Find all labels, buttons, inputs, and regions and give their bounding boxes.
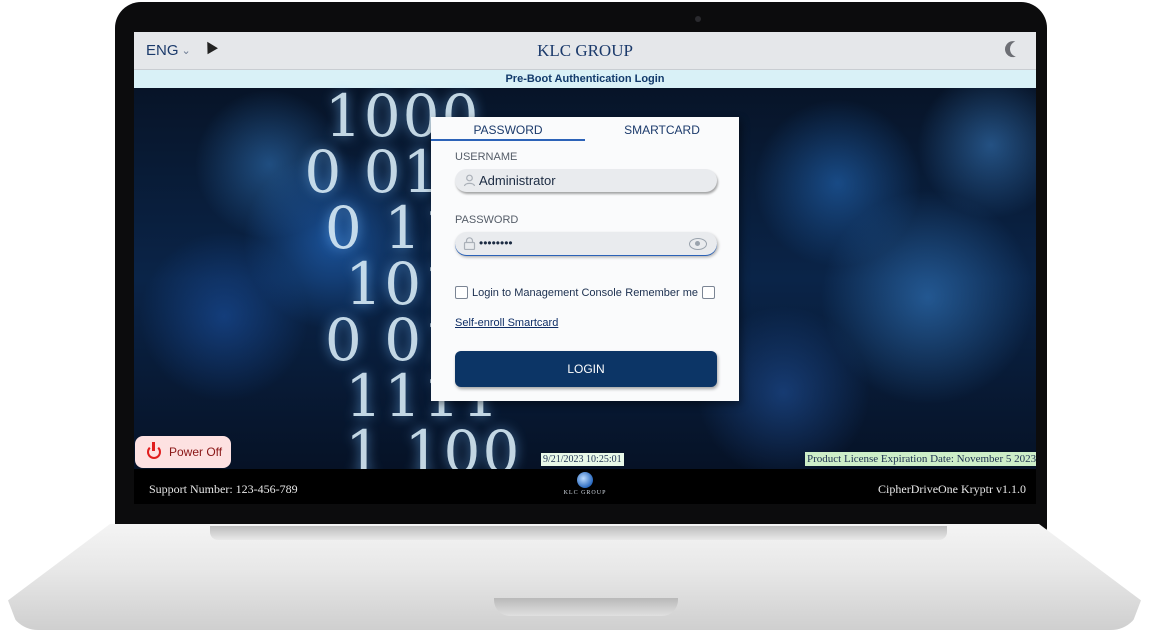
mgmt-console-label: Login to Management Console (472, 286, 622, 299)
username-field[interactable]: Administrator (455, 169, 717, 192)
footer-logo: KLC GROUP (561, 472, 609, 496)
user-icon (463, 174, 476, 187)
power-off-button[interactable]: Power Off (135, 436, 231, 468)
lock-icon (463, 237, 476, 251)
laptop-hinge (210, 526, 947, 540)
tab-password[interactable]: PASSWORD (431, 123, 585, 137)
show-password-icon[interactable] (689, 238, 707, 250)
screen: ENG ⌄ KLC GROUP Pre-Boot Authentication … (134, 32, 1036, 504)
support-number: Support Number: 123-456-789 (149, 482, 298, 496)
login-button[interactable]: LOGIN (455, 351, 717, 387)
login-tabs: PASSWORD SMARTCARD (431, 117, 739, 141)
remember-me-label: Remember me (625, 286, 698, 299)
brand-title: KLC GROUP (537, 41, 633, 60)
laptop-notch (494, 598, 678, 616)
active-tab-indicator (431, 139, 585, 141)
power-icon (147, 442, 161, 459)
tab-smartcard[interactable]: SMARTCARD (585, 123, 739, 137)
page-title: Pre-Boot Authentication Login (134, 70, 1036, 88)
password-field[interactable]: •••••••• (455, 232, 717, 255)
top-bar: ENG ⌄ KLC GROUP (134, 32, 1036, 70)
remember-me-option[interactable]: Remember me (625, 286, 715, 299)
binary-digits-decoration: 1000 0 011 0 111 1011 0 010 1111 1 100 1… (304, 82, 522, 504)
username-value: Administrator (479, 173, 556, 188)
username-label: USERNAME (455, 151, 518, 163)
remember-me-checkbox[interactable] (702, 286, 715, 299)
power-off-label: Power Off (169, 445, 223, 459)
datetime-display: 9/21/2023 10:25:01 (541, 453, 624, 466)
product-version: CipherDriveOne Kryptr v1.1.0 (878, 482, 1026, 496)
password-label: PASSWORD (455, 214, 519, 226)
webcam (695, 16, 701, 22)
self-enroll-link[interactable]: Self-enroll Smartcard (455, 317, 558, 329)
globe-logo-icon (577, 472, 593, 488)
mgmt-console-checkbox[interactable] (455, 286, 468, 299)
footer-bar: Support Number: 123-456-789 KLC GROUP Ci… (134, 469, 1036, 504)
mgmt-console-option[interactable]: Login to Management Console (455, 286, 622, 299)
password-value: •••••••• (479, 236, 513, 250)
license-expiration: Product License Expiration Date: Novembe… (805, 452, 1036, 466)
footer-logo-text: KLC GROUP (563, 490, 607, 496)
login-panel: PASSWORD SMARTCARD USERNAME Administrato… (431, 117, 739, 401)
